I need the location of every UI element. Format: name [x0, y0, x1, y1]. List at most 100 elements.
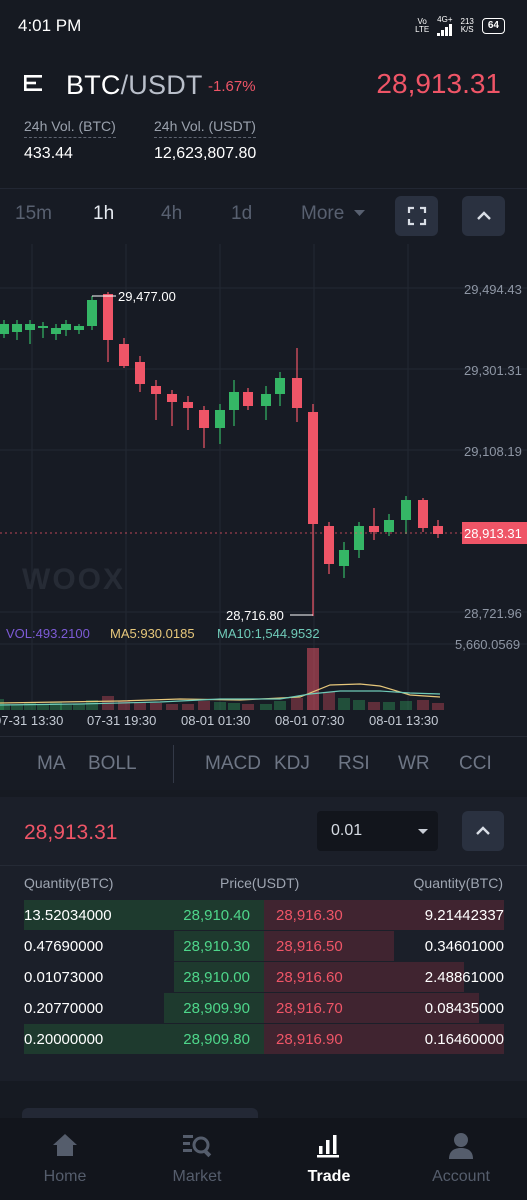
volume-bar [60, 705, 72, 710]
candle-body [119, 344, 129, 366]
nav-home[interactable]: Home [0, 1118, 130, 1200]
signal-icon: 4G+ [437, 15, 453, 36]
collapse-chart-button[interactable] [462, 196, 505, 236]
x-tick-label: 07-31 19:30 [87, 713, 156, 728]
candle-body [51, 328, 61, 334]
bottom-nav: Home Market Trade Account [0, 1118, 527, 1200]
ask-price: 28,916.90 [276, 1031, 343, 1048]
candle-body [369, 526, 379, 532]
ask-qty: 2.48861000 [424, 969, 504, 986]
indicator-ma[interactable]: MA [37, 753, 66, 775]
timeframe-more-label: More [301, 203, 345, 224]
net-speed: 213 K/S [461, 18, 474, 34]
volume-bar [307, 648, 319, 710]
battery-icon: 64 [481, 18, 505, 34]
candle-body [384, 520, 394, 532]
candle-body [418, 500, 428, 528]
timeframe-more[interactable]: More [301, 203, 365, 225]
nav-account-label: Account [432, 1168, 490, 1185]
ask-price: 28,916.30 [276, 907, 343, 924]
candle-body [87, 300, 97, 326]
order-book-row[interactable]: 0.47690000 28,910.30 28,916.50 0.3460100… [24, 931, 504, 961]
timeframe-1d[interactable]: 1d [231, 203, 252, 225]
nav-trade[interactable]: Trade [264, 1118, 394, 1200]
indicator-rsi[interactable]: RSI [338, 753, 370, 775]
candlestick-chart[interactable]: WOOX 28,913.31 29,494.43 29,301.31 29,10… [0, 244, 527, 736]
volume-btc: 24h Vol. (BTC) 433.44 [24, 118, 116, 163]
fullscreen-icon [407, 206, 426, 226]
candle-body [401, 500, 411, 520]
volume-tick-label: 5,660.0569 [455, 637, 520, 652]
nav-market[interactable]: Market [132, 1118, 262, 1200]
candle-body [308, 412, 318, 524]
indicator-cci[interactable]: CCI [459, 753, 492, 775]
bid-price: 28,909.90 [183, 1000, 250, 1017]
indicator-bar: MA BOLL MACD KDJ RSI WR CCI [0, 736, 527, 790]
nav-trade-label: Trade [307, 1168, 351, 1185]
y-tick-label: 29,301.31 [464, 363, 522, 378]
home-icon [53, 1134, 77, 1156]
timeframe-15m[interactable]: 15m [15, 203, 52, 225]
chart-svg: WOOX 28,913.31 29,494.43 29,301.31 29,10… [0, 244, 527, 728]
volume-bar [260, 704, 272, 710]
candle-body [183, 402, 193, 408]
ma10-legend: MA10:1,544.9532 [217, 626, 320, 641]
x-tick-label: 08-01 13:30 [369, 713, 438, 728]
indicator-wr[interactable]: WR [398, 753, 430, 775]
volume-bar [214, 702, 226, 710]
candle-body [339, 550, 349, 566]
ask-qty: 9.21442337 [424, 907, 504, 924]
status-time: 4:01 PM [18, 16, 82, 35]
net-type: 4G+ [437, 15, 453, 24]
x-tick-label: 08-01 01:30 [181, 713, 250, 728]
volume-bar [432, 703, 444, 710]
bid-qty: 0.20000000 [24, 1031, 104, 1048]
ma5-legend: MA5:930.0185 [110, 626, 195, 641]
candle-body [215, 410, 225, 428]
candle-body [275, 378, 285, 394]
market-icon [183, 1135, 212, 1158]
volume-usdt-value: 12,623,807.80 [154, 145, 257, 162]
candle-body [243, 392, 253, 406]
indicator-boll[interactable]: BOLL [88, 753, 137, 775]
volume-bar [166, 704, 178, 710]
bid-qty-header: Quantity(BTC) [24, 875, 114, 891]
order-book-row[interactable]: 0.01073000 28,910.00 28,916.60 2.4886100… [24, 962, 504, 992]
menu-icon[interactable] [24, 74, 44, 92]
candle-body [261, 394, 271, 406]
order-book-row[interactable]: 0.20000000 28,909.80 28,916.90 0.1646000… [24, 1024, 504, 1054]
order-book-row[interactable]: 0.20770000 28,909.90 28,916.70 0.0843500… [24, 993, 504, 1023]
y-tick-label: 29,494.43 [464, 282, 522, 297]
ask-qty: 0.08435000 [424, 1000, 504, 1017]
pair-quote: /USDT [120, 70, 203, 100]
bid-qty: 0.47690000 [24, 938, 104, 955]
indicator-macd[interactable]: MACD [205, 753, 261, 775]
timeframe-1h[interactable]: 1h [93, 203, 114, 225]
fullscreen-button[interactable] [395, 196, 438, 236]
volume-bar [198, 701, 210, 710]
nav-account[interactable]: Account [396, 1118, 526, 1200]
candle-body [167, 394, 177, 402]
order-book-row[interactable]: 13.52034000 28,910.40 28,916.30 9.214423… [24, 900, 504, 930]
pair-selector[interactable]: BTC/USDT [66, 70, 203, 101]
ask-qty: 0.34601000 [424, 938, 504, 955]
nav-market-label: Market [172, 1168, 222, 1185]
y-tick-label: 28,721.96 [464, 606, 522, 621]
collapse-order-book-button[interactable] [462, 811, 504, 851]
ask-price: 28,916.70 [276, 1000, 343, 1017]
account-icon [449, 1133, 473, 1159]
precision-select[interactable]: 0.01 [317, 811, 438, 851]
candle-body [324, 526, 334, 564]
nav-home-label: Home [43, 1168, 87, 1185]
candle-body [354, 526, 364, 550]
volte-indicator: Vo LTE [415, 18, 429, 34]
candle-body [135, 362, 145, 384]
last-price: 28,913.31 [376, 68, 501, 99]
bid-price: 28,910.00 [183, 969, 250, 986]
timeframe-4h[interactable]: 4h [161, 203, 182, 225]
volte-bottom: LTE [415, 25, 430, 34]
y-tick-label: 29,108.19 [464, 444, 522, 459]
indicator-kdj[interactable]: KDJ [274, 753, 310, 775]
ask-price: 28,916.50 [276, 938, 343, 955]
volume-bar [368, 702, 380, 710]
